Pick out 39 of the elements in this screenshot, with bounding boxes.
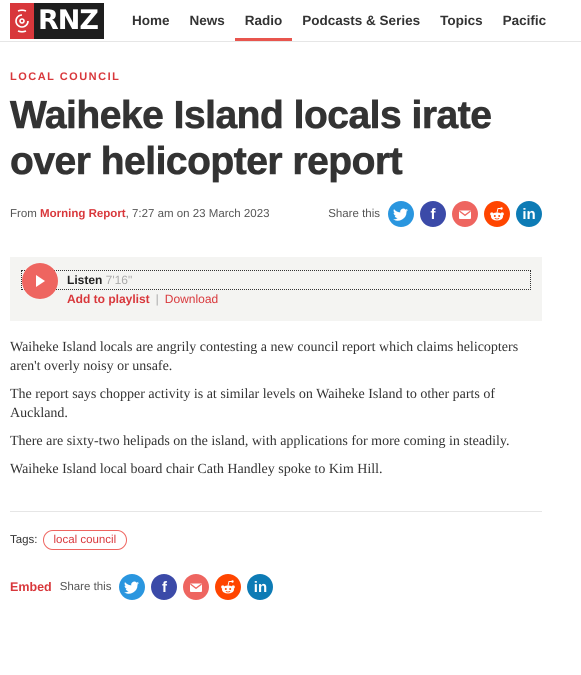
play-icon [35, 275, 45, 287]
email-share-button[interactable] [452, 201, 478, 227]
share-label: Share this [328, 208, 380, 220]
nav-tab[interactable]: Pacific [492, 0, 556, 41]
facebook-share-button[interactable]: f [420, 201, 446, 227]
separator: | [156, 292, 159, 306]
alien-face-icon [489, 207, 505, 221]
download-link[interactable]: Download [164, 292, 218, 306]
nav-tab[interactable]: Home [122, 0, 180, 41]
body-paragraph: There are sixty-two helipads on the island, with applications for more coming in steadily. [10, 433, 510, 451]
play-button[interactable] [22, 263, 58, 299]
share-label: Share this [60, 581, 112, 593]
headline: Waiheke Island locals irate over helicopter report [10, 93, 492, 185]
nav-tab[interactable]: Podcasts & Series [292, 0, 430, 41]
alien-face-icon [220, 580, 236, 594]
tags-label: Tags: [10, 534, 38, 546]
linkedin-share-button[interactable]: in [516, 201, 542, 227]
twitter-share-button[interactable] [388, 201, 414, 227]
bird-icon [124, 580, 140, 594]
bird-icon [393, 207, 409, 221]
facebook-share-button[interactable]: f [151, 574, 178, 600]
listen-label: Listen 7'16" [67, 272, 134, 289]
reddit-share-button[interactable] [215, 574, 242, 600]
swirl-icon [14, 8, 30, 34]
email-share-button[interactable] [183, 574, 210, 600]
byline: From Morning Report, 7:27 am on 23 March 2023 [10, 208, 270, 220]
nav-tab[interactable]: Radio [234, 0, 292, 41]
body-paragraph: Waiheke Island locals are angrily contesting a new council report which claims helicopters aren't overly noisy or unsafe. [10, 339, 520, 376]
body-paragraph: Waiheke Island local board chair Cath Handley spoke to Kim Hill. [10, 461, 384, 479]
body-paragraph: The report says chopper activity is at similar levels on Waiheke Island to other parts of Auckland. [10, 386, 496, 423]
linkedin-share-button[interactable]: in [247, 574, 274, 600]
embed-link[interactable]: Embed [10, 580, 52, 594]
tag-link[interactable]: local council [42, 530, 128, 550]
nav-tab[interactable]: News [179, 0, 235, 41]
reddit-share-button[interactable] [484, 201, 510, 227]
category-label: LOCAL COUNCIL [10, 71, 122, 83]
nav-tab[interactable]: Topics [430, 0, 493, 41]
add-to-playlist-link[interactable]: Add to playlist [67, 292, 150, 306]
twitter-share-button[interactable] [119, 574, 146, 600]
